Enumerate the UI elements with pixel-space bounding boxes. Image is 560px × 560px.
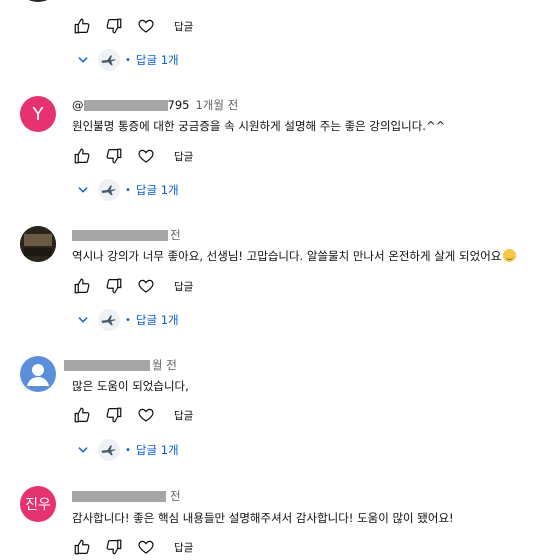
airplane-icon xyxy=(101,445,116,456)
dislike-button[interactable] xyxy=(104,537,124,557)
thumbs-up-icon xyxy=(74,278,90,294)
replies-count: 답글 1개 xyxy=(135,443,179,457)
thumbs-down-icon xyxy=(106,148,122,164)
comment-text: 많은 도움이 되었습니다, xyxy=(72,379,189,393)
heart-icon xyxy=(138,540,154,554)
reply-button[interactable]: 답글 xyxy=(174,540,193,555)
separator-dot: • xyxy=(125,54,131,66)
comment-header: 전 xyxy=(72,488,181,504)
comment-time[interactable]: 월 전 xyxy=(152,357,177,373)
creator-avatar xyxy=(98,309,120,331)
comment-header: @795 1개월 전 xyxy=(72,97,238,113)
dislike-button[interactable] xyxy=(104,16,124,36)
comment-text: 감사합니다! 좋은 핵심 내용들만 설명해주셔서 감사합니다! 도움이 많이 됐… xyxy=(72,511,454,525)
replies-count: 답글 1개 xyxy=(135,313,179,327)
heart-button[interactable] xyxy=(136,405,156,425)
thumbs-up-icon xyxy=(74,18,90,34)
top-partial-comment xyxy=(20,0,560,4)
reply-button[interactable]: 답글 xyxy=(174,19,193,34)
like-button[interactable] xyxy=(72,146,92,166)
thumbs-up-icon xyxy=(74,407,90,423)
dislike-button[interactable] xyxy=(104,276,124,296)
heart-icon xyxy=(138,408,154,422)
airplane-icon xyxy=(101,185,116,196)
avatar[interactable] xyxy=(20,356,56,392)
comment-actions: 답글 xyxy=(72,405,193,425)
comment-time[interactable]: 전 xyxy=(170,488,181,504)
heart-button[interactable] xyxy=(136,16,156,36)
avatar-letter: Y xyxy=(32,103,44,125)
heart-button[interactable] xyxy=(136,276,156,296)
heart-icon xyxy=(138,279,154,293)
thumbs-down-icon xyxy=(106,539,122,555)
thumbs-down-icon xyxy=(106,18,122,34)
avatar-photo xyxy=(20,226,56,262)
thumbs-up-icon xyxy=(74,148,90,164)
avatar[interactable]: 진우 xyxy=(20,486,56,522)
avatar[interactable] xyxy=(20,226,56,262)
redacted-author xyxy=(72,229,168,241)
default-user-icon xyxy=(27,364,49,386)
smiling-face-emoji-icon xyxy=(503,249,517,262)
chevron-down-icon xyxy=(78,57,88,63)
comment-time[interactable]: 1개월 전 xyxy=(195,97,238,113)
redacted-author xyxy=(72,490,166,502)
comment-text: 역시나 강의가 너무 좋아요, 선생님! 고맙습니다. 알쓸물치 만나서 온전하… xyxy=(72,248,517,264)
airplane-icon xyxy=(101,315,116,326)
comment-actions: 답글 xyxy=(72,276,193,296)
thumbs-down-icon xyxy=(106,407,122,423)
chevron-down-icon xyxy=(78,317,88,323)
reply-button[interactable]: 답글 xyxy=(174,408,193,423)
thumbs-up-icon xyxy=(74,539,90,555)
view-replies-button[interactable]: • 답글 1개 xyxy=(76,48,179,72)
view-replies-button[interactable]: • 답글 1개 xyxy=(76,308,179,332)
like-button[interactable] xyxy=(72,537,92,557)
redacted-author xyxy=(64,359,150,371)
reply-button[interactable]: 답글 xyxy=(174,149,193,164)
avatar[interactable]: Y xyxy=(20,96,56,132)
like-button[interactable] xyxy=(72,276,92,296)
heart-icon xyxy=(138,149,154,163)
thumbs-down-icon xyxy=(106,278,122,294)
separator-dot: • xyxy=(125,444,131,456)
like-button[interactable] xyxy=(72,405,92,425)
view-replies-button[interactable]: • 답글 1개 xyxy=(76,178,179,202)
redacted-author xyxy=(83,99,168,111)
comment-text-body: 역시나 강의가 너무 좋아요, 선생님! 고맙습니다. 알쓸물치 만나서 온전하… xyxy=(72,249,502,263)
chevron-down-icon xyxy=(78,447,88,453)
comment-actions: 답글 xyxy=(72,146,193,166)
comment-time[interactable]: 전 xyxy=(170,227,181,243)
comment-header: 월 전 xyxy=(64,357,177,373)
author-at-sign[interactable]: @ xyxy=(72,98,84,112)
heart-button[interactable] xyxy=(136,146,156,166)
comment-text: 원인불명 통증에 대한 궁금증을 속 시원하게 설명해 주는 좋은 강의입니다.… xyxy=(72,119,446,133)
creator-avatar xyxy=(98,179,120,201)
comment-actions: 답글 xyxy=(72,537,193,557)
heart-button[interactable] xyxy=(136,537,156,557)
dislike-button[interactable] xyxy=(104,146,124,166)
comment-actions: 답글 xyxy=(72,16,193,36)
heart-icon xyxy=(138,19,154,33)
chevron-down-icon xyxy=(78,187,88,193)
creator-avatar xyxy=(98,49,120,71)
separator-dot: • xyxy=(125,314,131,326)
creator-avatar xyxy=(98,439,120,461)
avatar-initials: 진우 xyxy=(25,497,51,513)
view-replies-button[interactable]: • 답글 1개 xyxy=(76,438,179,462)
comment-header: 전 xyxy=(72,227,181,243)
author-name-suffix[interactable]: 795 xyxy=(168,98,190,112)
replies-count: 답글 1개 xyxy=(135,183,179,197)
like-button[interactable] xyxy=(72,16,92,36)
replies-count: 답글 1개 xyxy=(135,53,179,67)
avatar[interactable] xyxy=(20,0,56,2)
separator-dot: • xyxy=(125,184,131,196)
reply-button[interactable]: 답글 xyxy=(174,279,193,294)
airplane-icon xyxy=(101,55,116,66)
dislike-button[interactable] xyxy=(104,405,124,425)
